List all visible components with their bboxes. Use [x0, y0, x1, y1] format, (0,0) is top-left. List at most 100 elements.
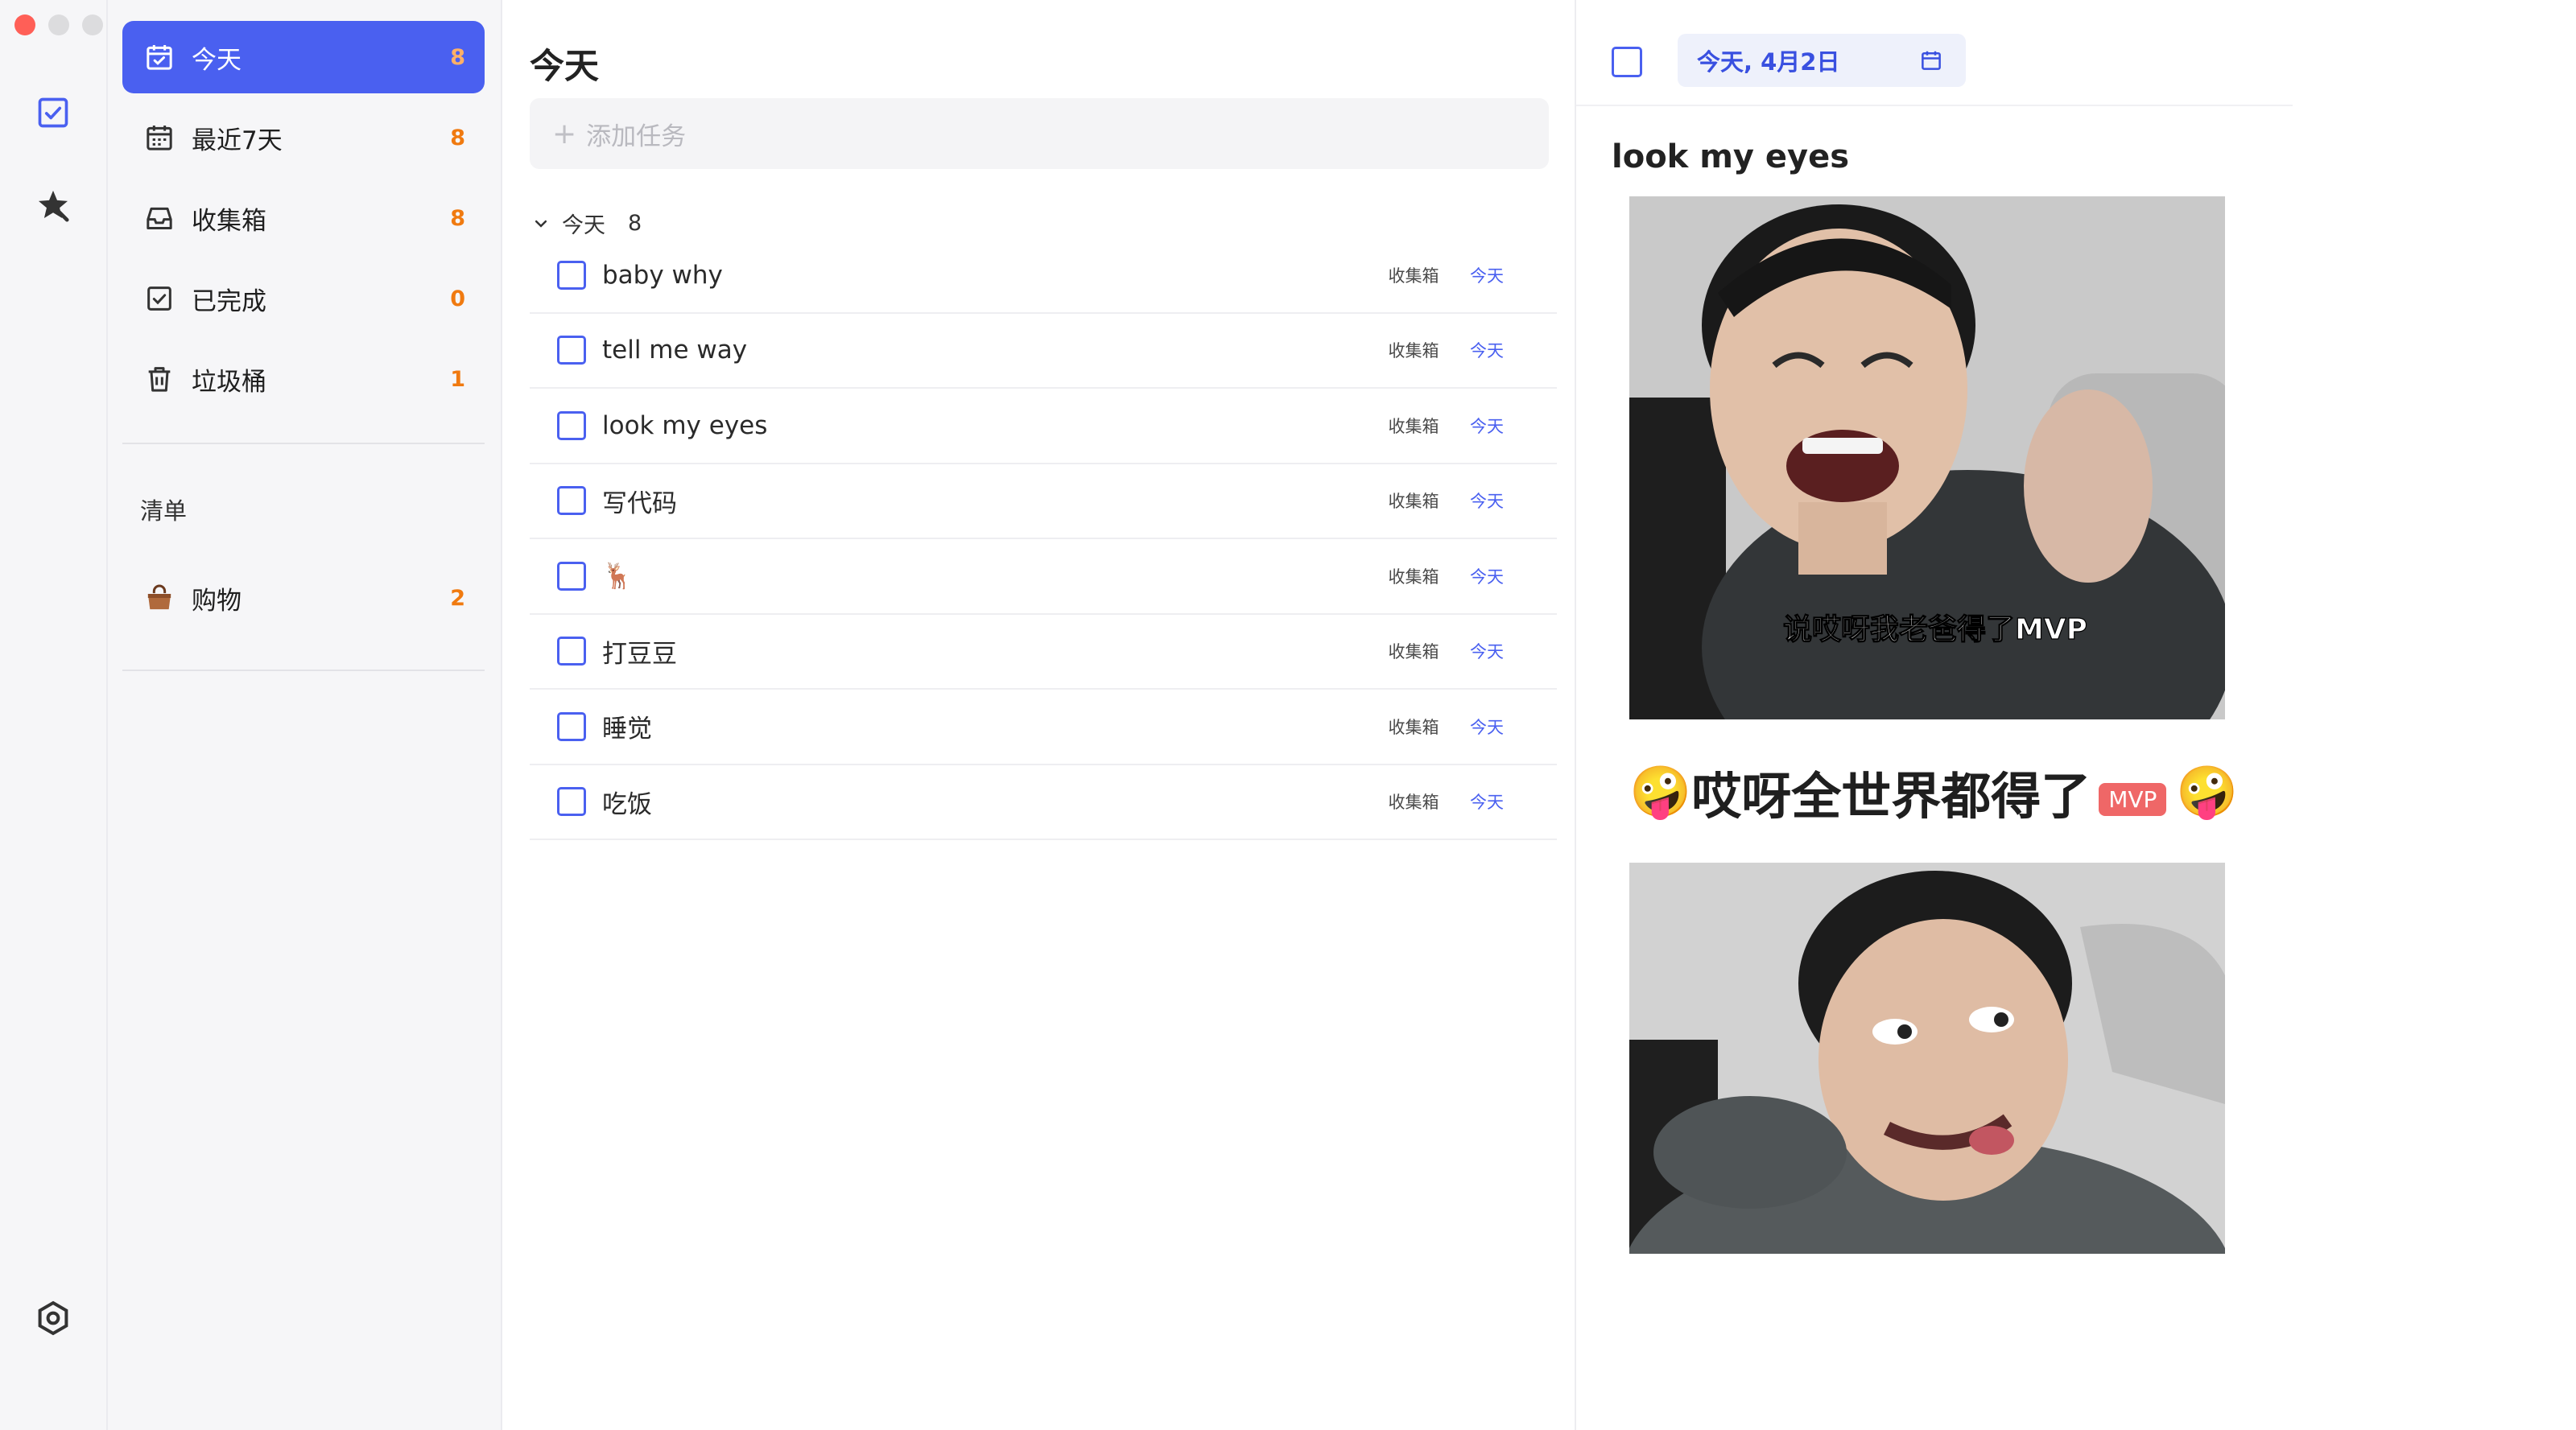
- detail-task-checkbox[interactable]: [1612, 47, 1642, 77]
- task-group-header[interactable]: 今天 8: [533, 208, 642, 239]
- sidebar-item-inbox[interactable]: 收集箱 8: [122, 182, 485, 254]
- detail-note-text[interactable]: 🤪 哎呀全世界都得了 MVP 🤪: [1629, 760, 2239, 826]
- meme-photo-tongue-drawing: [1629, 863, 2225, 1254]
- task-list-tag: 收集箱: [1388, 642, 1439, 662]
- meme-photo-laughing-drawing: 说哎呀我老爸得了MVP: [1629, 196, 2225, 719]
- task-group-label: 今天: [562, 213, 605, 238]
- sidebar-item-label: 已完成: [192, 286, 266, 316]
- task-row[interactable]: 吃饭 收集箱 今天: [530, 765, 1557, 840]
- handbag-icon: [142, 580, 177, 616]
- sidebar-item-count: 1: [450, 366, 465, 392]
- task-list-panel: 今天 + 添加任务 今天 8 baby why 收集箱 今天 tell me w…: [502, 0, 1576, 1430]
- calendar-check-icon: [142, 39, 177, 75]
- task-group-count: 8: [628, 211, 642, 236]
- task-list-tag: 收集箱: [1388, 266, 1439, 286]
- task-list-tag: 收集箱: [1388, 416, 1439, 436]
- task-due-date[interactable]: 今天: [1459, 263, 1515, 287]
- note-text: 哎呀全世界都得了: [1691, 767, 2091, 826]
- add-task-placeholder: 添加任务: [586, 122, 687, 151]
- due-date-label: 今天, 4月2日: [1697, 48, 1840, 76]
- task-list-tag: 收集箱: [1388, 492, 1439, 512]
- task-due-date[interactable]: 今天: [1459, 564, 1515, 588]
- task-title: 睡觉: [602, 715, 652, 744]
- sidebar-item-trash[interactable]: 垃圾桶 1: [122, 343, 485, 415]
- settings-button[interactable]: [32, 1297, 74, 1339]
- task-title: 吃饭: [602, 789, 652, 819]
- task-row[interactable]: tell me way 收集箱 今天: [530, 314, 1557, 389]
- calendar-icon: [142, 120, 177, 155]
- chevron-down-icon: [535, 220, 547, 228]
- task-list-tag: 收集箱: [1388, 341, 1439, 361]
- task-row[interactable]: 睡觉 收集箱 今天: [530, 690, 1557, 765]
- task-row[interactable]: 🦌 收集箱 今天: [530, 539, 1557, 615]
- sidebar-item-count: 2: [450, 585, 465, 611]
- sidebar-item-label: 今天: [192, 45, 242, 75]
- task-detail-panel: 今天, 4月2日 look my eyes 说哎呀我老爸得了MVP 🤪 哎呀全世…: [1576, 0, 2576, 1430]
- task-checkbox[interactable]: [557, 561, 586, 591]
- task-due-date[interactable]: 今天: [1459, 715, 1515, 739]
- task-row[interactable]: 写代码 收集箱 今天: [530, 464, 1557, 539]
- sidebar-item-count: 8: [450, 125, 465, 150]
- sidebar: 今天 8 最近7天 8 收集箱 8 已完成 0 垃圾桶 1 清单 购物 2: [108, 0, 502, 1430]
- task-due-date[interactable]: 今天: [1459, 414, 1515, 438]
- task-title: 🦌: [602, 562, 634, 591]
- task-checkbox[interactable]: [557, 336, 586, 365]
- checkbox-checked-icon: [38, 97, 68, 128]
- sidebar-list-shopping[interactable]: 购物 2: [122, 562, 485, 634]
- sidebar-item-label: 垃圾桶: [192, 367, 266, 397]
- add-task-input[interactable]: + 添加任务: [530, 98, 1549, 169]
- page-title: 今天: [530, 47, 599, 87]
- task-checkbox[interactable]: [557, 711, 586, 741]
- tasks-view-button[interactable]: [32, 92, 74, 134]
- calendar-icon: [1922, 51, 1941, 70]
- sidebar-item-label: 最近7天: [192, 126, 283, 155]
- task-title: tell me way: [602, 336, 748, 365]
- sidebar-divider: [122, 670, 485, 671]
- sidebar-divider: [122, 443, 485, 444]
- task-list-tag: 收集箱: [1388, 793, 1439, 813]
- sidebar-item-today[interactable]: 今天 8: [122, 21, 485, 93]
- inbox-icon: [142, 200, 177, 236]
- icon-rail: [0, 0, 108, 1430]
- image-caption: 说哎呀我老爸得了MVP: [1783, 613, 2087, 646]
- close-window-button[interactable]: [14, 14, 35, 35]
- crazy-face-emoji-icon: 🤪: [1629, 762, 1692, 821]
- sidebar-item-completed[interactable]: 已完成 0: [122, 262, 485, 335]
- crazy-face-emoji-icon: 🤪: [2176, 762, 2239, 821]
- task-row[interactable]: baby why 收集箱 今天: [530, 238, 1557, 314]
- task-list-tag: 收集箱: [1388, 567, 1439, 587]
- plus-icon: +: [552, 117, 577, 150]
- checkbox-checked-icon: [142, 281, 177, 316]
- app-window: 今天 8 最近7天 8 收集箱 8 已完成 0 垃圾桶 1 清单 购物 2 今天…: [0, 0, 2576, 1430]
- task-checkbox[interactable]: [557, 486, 586, 516]
- task-row[interactable]: 打豆豆 收集箱 今天: [530, 615, 1557, 690]
- task-checkbox[interactable]: [557, 260, 586, 290]
- task-list-tag: 收集箱: [1388, 717, 1439, 737]
- habits-view-button[interactable]: [32, 185, 74, 227]
- detail-toolbar: 今天, 4月2日: [1576, 0, 2293, 106]
- sidebar-item-count: 8: [450, 44, 465, 70]
- task-checkbox[interactable]: [557, 637, 586, 666]
- due-date-picker[interactable]: 今天, 4月2日: [1678, 34, 1966, 87]
- sidebar-item-label: 收集箱: [192, 206, 266, 236]
- sidebar-item-count: 8: [450, 205, 465, 231]
- task-title: look my eyes: [602, 410, 768, 440]
- sidebar-item-label: 购物: [192, 586, 242, 616]
- task-due-date[interactable]: 今天: [1459, 338, 1515, 362]
- zoom-window-button[interactable]: [82, 14, 103, 35]
- settings-hexagon-icon: [38, 1300, 68, 1336]
- task-title: 打豆豆: [602, 639, 677, 669]
- star-pin-icon: [38, 190, 69, 222]
- task-row[interactable]: look my eyes 收集箱 今天: [530, 389, 1557, 464]
- sidebar-item-count: 0: [450, 286, 465, 311]
- task-checkbox[interactable]: [557, 787, 586, 817]
- task-due-date[interactable]: 今天: [1459, 488, 1515, 513]
- task-list: baby why 收集箱 今天 tell me way 收集箱 今天 look …: [530, 238, 1557, 840]
- detail-task-title[interactable]: look my eyes: [1612, 138, 1849, 175]
- task-checkbox[interactable]: [557, 410, 586, 440]
- sidebar-item-next-7-days[interactable]: 最近7天 8: [122, 101, 485, 174]
- minimize-window-button[interactable]: [48, 14, 69, 35]
- task-due-date[interactable]: 今天: [1459, 639, 1515, 663]
- window-controls: [14, 14, 103, 35]
- task-due-date[interactable]: 今天: [1459, 789, 1515, 814]
